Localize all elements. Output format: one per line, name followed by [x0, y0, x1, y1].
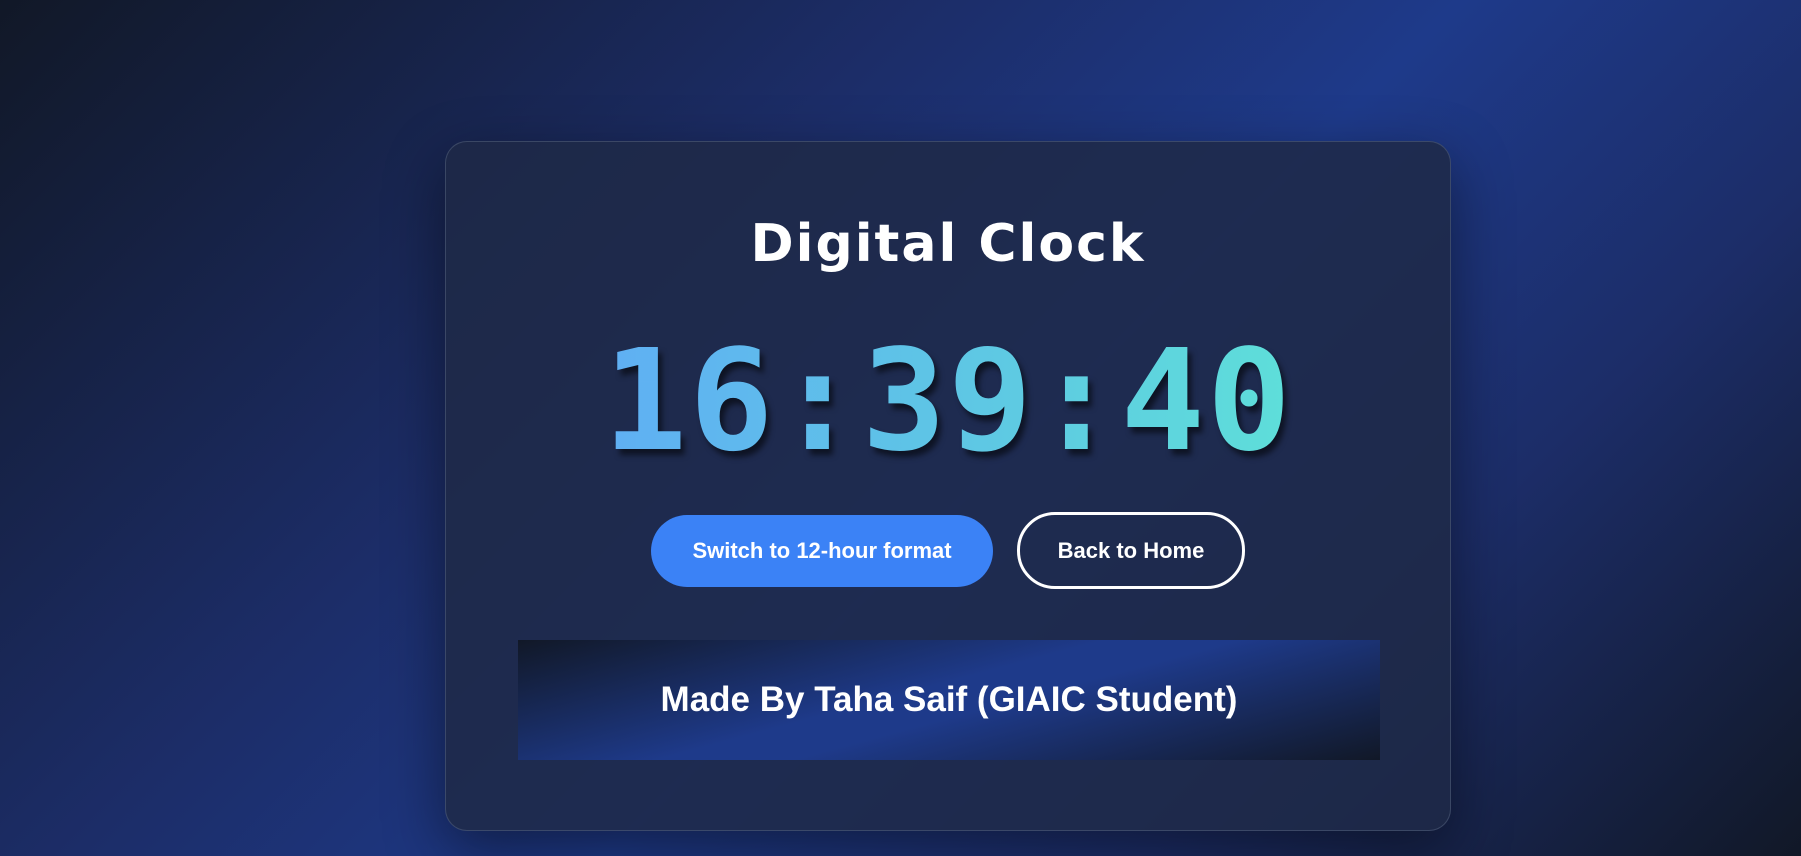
clock-display: 16:39:40 — [446, 322, 1450, 482]
clock-card: Digital Clock 16:39:40 Switch to 12-hour… — [445, 141, 1451, 831]
back-to-home-button[interactable]: Back to Home — [1017, 512, 1245, 589]
button-row: Switch to 12-hour format Back to Home — [446, 512, 1450, 589]
page-title: Digital Clock — [750, 214, 1146, 274]
switch-format-button[interactable]: Switch to 12-hour format — [651, 515, 993, 587]
footer-banner: Made By Taha Saif (GIAIC Student) — [518, 640, 1380, 760]
footer-credit: Made By Taha Saif (GIAIC Student) — [660, 680, 1238, 719]
